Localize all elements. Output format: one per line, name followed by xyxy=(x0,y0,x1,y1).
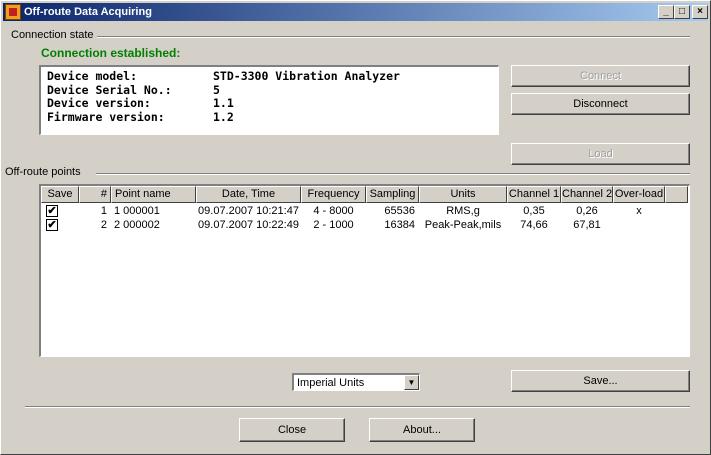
table-row[interactable]: ✔ 1 1 000001 09.07.2007 10:21:47 4 - 800… xyxy=(41,204,688,218)
column-header-units[interactable]: Units xyxy=(419,186,507,203)
column-header-overload[interactable]: Over-load xyxy=(613,186,665,203)
cell-sampling: 16384 xyxy=(384,219,415,231)
connection-group-divider xyxy=(96,36,690,38)
window-title: Off-route Data Acquiring xyxy=(24,6,152,18)
app-window: Off-route Data Acquiring _ □ × Connectio… xyxy=(0,0,711,455)
cell-frequency: 4 - 8000 xyxy=(313,205,354,217)
info-value: 1.1 xyxy=(213,96,234,110)
info-value: 5 xyxy=(213,82,220,97)
title-bar[interactable]: Off-route Data Acquiring _ □ × xyxy=(3,3,708,21)
app-icon xyxy=(5,4,21,20)
cell-date-time: 09.07.2007 10:21:47 xyxy=(198,205,299,217)
save-checkbox[interactable]: ✔ xyxy=(46,205,58,217)
cell-channel-1: 0,35 xyxy=(523,205,545,217)
units-select[interactable]: Imperial Units ▼ xyxy=(292,373,420,391)
table-row[interactable]: ✔ 2 2 000002 09.07.2007 10:22:49 2 - 100… xyxy=(41,218,688,232)
connection-status: Connection established: xyxy=(41,46,181,60)
maximize-button[interactable]: □ xyxy=(674,5,690,19)
cell-channel-1: 74,66 xyxy=(520,219,548,231)
cell-point-name: 1 000001 xyxy=(114,205,160,217)
table-header: Save # Point name Date, Time Frequency S… xyxy=(41,186,688,203)
offroute-group-label: Off-route points xyxy=(5,166,84,178)
offroute-group-divider xyxy=(96,173,690,175)
info-value: 1.2 xyxy=(213,109,234,124)
offroute-points-table[interactable]: Save # Point name Date, Time Frequency S… xyxy=(39,184,690,357)
cell-number: 1 xyxy=(100,205,107,217)
units-select-value: Imperial Units xyxy=(297,377,365,389)
save-checkbox[interactable]: ✔ xyxy=(46,219,58,231)
close-window-button[interactable]: × xyxy=(692,5,708,19)
cell-point-name: 2 000002 xyxy=(114,219,160,231)
device-model-row: Device model: STD-3300 Vibration Analyzer xyxy=(47,69,498,84)
info-key: Device model: xyxy=(47,69,138,83)
column-header-point-name[interactable]: Point name xyxy=(111,186,196,203)
device-version-row: Device version: 1.1 xyxy=(47,96,498,111)
device-serial-row: Device Serial No.: 5 xyxy=(47,82,498,98)
connect-button[interactable]: Connect xyxy=(511,65,690,87)
cell-overload xyxy=(613,218,665,232)
close-button[interactable]: Close xyxy=(239,418,345,442)
cell-date-time: 09.07.2007 10:22:49 xyxy=(198,219,299,231)
column-header-date-time[interactable]: Date, Time xyxy=(196,186,301,203)
connection-group-label: Connection state xyxy=(11,29,97,41)
column-header-save[interactable]: Save xyxy=(41,186,79,203)
info-key: Device Serial No.: xyxy=(47,82,172,97)
dropdown-arrow-icon[interactable]: ▼ xyxy=(404,375,419,390)
load-button[interactable]: Load xyxy=(511,143,690,165)
cell-number: 2 xyxy=(100,219,107,231)
save-button[interactable]: Save... xyxy=(511,370,690,392)
cell-frequency: 2 - 1000 xyxy=(313,219,354,231)
cell-overload: x xyxy=(636,205,642,217)
firmware-version-row: Firmware version: 1.2 xyxy=(47,109,498,125)
column-header-sampling[interactable]: Sampling xyxy=(366,186,419,203)
cell-channel-2: 67,81 xyxy=(573,219,601,231)
footer-divider xyxy=(25,406,690,408)
info-value: STD-3300 Vibration Analyzer xyxy=(213,69,400,83)
info-key: Device version: xyxy=(47,96,151,110)
cell-units: RMS,g xyxy=(446,205,480,217)
disconnect-button[interactable]: Disconnect xyxy=(511,93,690,115)
about-button[interactable]: About... xyxy=(369,418,475,442)
cell-channel-2: 0,26 xyxy=(576,205,598,217)
column-header-frequency[interactable]: Frequency xyxy=(301,186,366,203)
cell-units: Peak-Peak,mils xyxy=(424,219,502,231)
info-key: Firmware version: xyxy=(47,109,165,124)
column-header-channel-2[interactable]: Channel 2 xyxy=(561,186,613,203)
minimize-button[interactable]: _ xyxy=(658,5,674,19)
cell-sampling: 65536 xyxy=(384,205,415,217)
column-header-number[interactable]: # xyxy=(79,186,111,203)
column-header-filler xyxy=(665,186,688,203)
device-info-box: Device model: STD-3300 Vibration Analyzer… xyxy=(39,65,499,135)
column-header-channel-1[interactable]: Channel 1 xyxy=(507,186,561,203)
